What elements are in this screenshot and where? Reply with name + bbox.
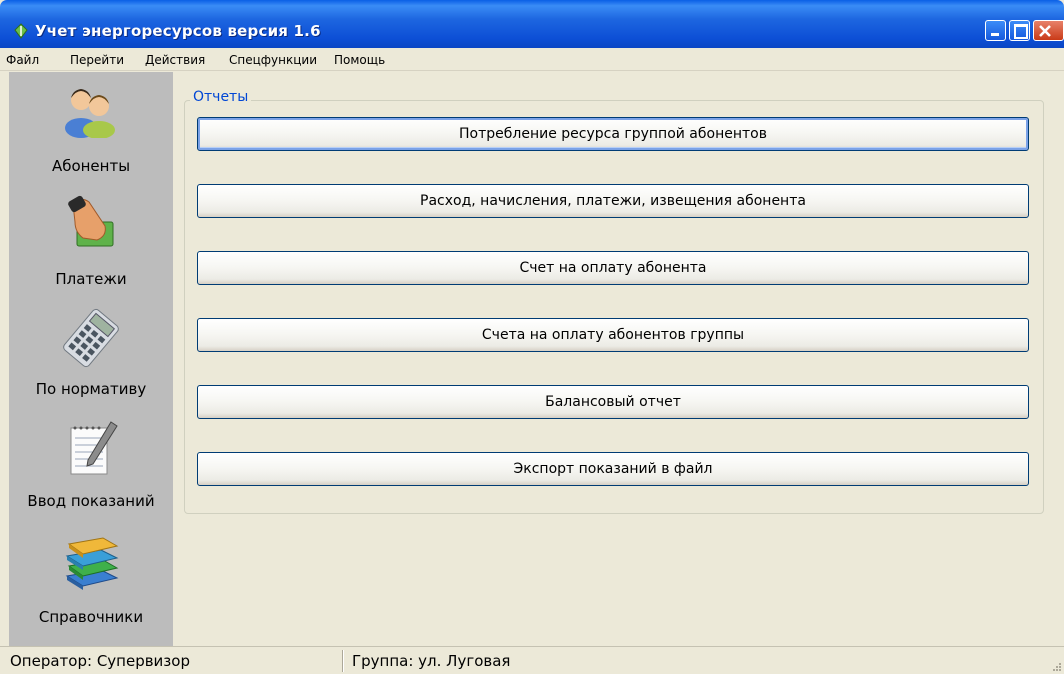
report-group-consumption-button[interactable]: Потребление ресурса группой абонентов xyxy=(197,117,1029,151)
notepad-pencil-icon xyxy=(70,421,118,475)
sidebar-item-label: По нормативу xyxy=(35,380,147,398)
resize-grip-icon[interactable] xyxy=(1051,661,1061,671)
menu-bar: Файл Перейти Действия Спецфункции Помощь xyxy=(0,48,1064,71)
sidebar-item-payments[interactable]: Платежи xyxy=(9,184,173,296)
books-icon xyxy=(65,537,119,590)
sidebar-item-label: Ввод показаний xyxy=(27,492,155,510)
calculator-icon xyxy=(63,308,119,368)
sidebar-item-readings-entry[interactable]: Ввод показаний xyxy=(9,406,173,524)
export-readings-button[interactable]: Экспорт показаний в файл xyxy=(197,452,1029,486)
title-bar[interactable]: Учет энергоресурсов версия 1.6 xyxy=(0,0,1064,48)
minimize-button[interactable] xyxy=(985,20,1006,41)
reports-group-title: Отчеты xyxy=(190,89,252,105)
sidebar-item-label: Абоненты xyxy=(51,157,131,175)
maximize-button[interactable] xyxy=(1009,20,1030,41)
menu-actions[interactable]: Действия xyxy=(145,53,205,67)
window-title: Учет энергоресурсов версия 1.6 xyxy=(35,22,321,40)
menu-special-functions[interactable]: Спецфункции xyxy=(229,53,317,67)
report-subscriber-charges-button[interactable]: Расход, начисления, платежи, извещения а… xyxy=(197,184,1029,218)
status-separator xyxy=(342,650,344,672)
sidebar-item-label: Справочники xyxy=(38,608,144,626)
users-icon xyxy=(65,89,115,138)
menu-file[interactable]: Файл xyxy=(6,53,39,67)
maximize-icon xyxy=(1014,24,1028,39)
leaf-app-icon xyxy=(14,23,28,39)
close-icon xyxy=(1039,25,1051,37)
report-subscriber-invoice-button[interactable]: Счет на оплату абонента xyxy=(197,251,1029,285)
status-group: Группа: ул. Луговая xyxy=(352,652,511,670)
sidebar-item-references[interactable]: Справочники xyxy=(9,524,173,646)
report-group-invoices-button[interactable]: Счета на оплату абонентов группы xyxy=(197,318,1029,352)
sidebar-item-subscribers[interactable]: Абоненты xyxy=(9,72,173,184)
sidebar: Абоненты Платежи По нормативу Ввод показ… xyxy=(9,72,173,646)
menu-navigate[interactable]: Перейти xyxy=(70,53,124,67)
sidebar-item-by-norm[interactable]: По нормативу xyxy=(9,296,173,406)
minimize-icon xyxy=(991,33,999,36)
sidebar-item-label: Платежи xyxy=(55,270,127,288)
menu-help[interactable]: Помощь xyxy=(334,53,385,67)
status-operator: Оператор: Супервизор xyxy=(10,652,190,670)
payment-hand-icon xyxy=(68,195,114,247)
report-balance-button[interactable]: Балансовый отчет xyxy=(197,385,1029,419)
close-button[interactable] xyxy=(1033,20,1064,41)
status-bar: Оператор: Супервизор Группа: ул. Луговая xyxy=(0,646,1064,674)
